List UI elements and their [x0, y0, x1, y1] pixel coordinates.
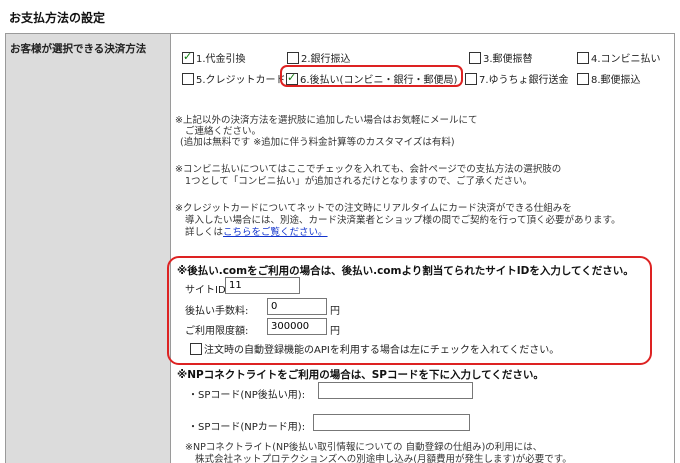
- checkbox-postal-transfer-box[interactable]: [469, 51, 481, 64]
- note-credit-line3: 詳しくはこちらをご覧ください。: [185, 227, 328, 239]
- api-checkbox-box[interactable]: [190, 342, 202, 355]
- note-convenience-line2: 1つとして「コンビニ払い」が追加されるだけとなりますので、ご了承ください。: [185, 176, 533, 187]
- details-link[interactable]: こちらをご覧ください。: [223, 227, 328, 238]
- note-convenience-line1: ※コンビニ払いについてはここでチェックを入れても、会計ページでの支払方法の選択肢…: [175, 164, 562, 175]
- checkbox-credit-card-label: 5.クレジットカード: [196, 75, 286, 86]
- note-credit-line2: 導入したい場合には、別途、カード決済業者とショップ様の間でご契約を行って頂く必要…: [185, 215, 621, 226]
- payment-methods-label: お客様が選択できる決済方法: [10, 43, 147, 55]
- page-title: お支払方法の設定: [9, 11, 106, 25]
- checkbox-postal-transfer-label: 3.郵便振替: [483, 54, 533, 65]
- sp-atobarai-input[interactable]: [318, 382, 473, 399]
- site-id-input[interactable]: [225, 277, 300, 294]
- highlight-deferred-payment: [280, 65, 463, 87]
- checkbox-convenience-label: 4.コンビニ払い: [591, 54, 661, 65]
- sp-card-label: ・SPコード(NPカード用):: [188, 422, 306, 433]
- checkbox-cod-box[interactable]: [182, 50, 194, 64]
- sp-card-input[interactable]: [313, 414, 470, 431]
- note-add-methods-line2: ご連絡ください。: [185, 126, 262, 137]
- checkbox-credit-card[interactable]: 5.クレジットカード: [182, 71, 286, 86]
- limit-label: ご利用限度額:: [185, 326, 249, 337]
- note-credit-line1: ※クレジットカードについてネットでの注文時にリアルタイムにカード決済ができる仕組…: [175, 203, 572, 214]
- limit-unit: 円: [330, 326, 340, 337]
- checkbox-cod[interactable]: 1.代金引換: [182, 50, 246, 65]
- np-footer-line2: 株式会社ネットプロテクションズへの別途申し込み(月額費用が発生します)が必要です…: [195, 454, 572, 463]
- checkbox-postal-transfer[interactable]: 3.郵便振替: [469, 50, 533, 65]
- checkbox-postal-payment-box[interactable]: [577, 72, 589, 85]
- api-checkbox[interactable]: 注文時の自動登録機能のAPIを利用する場合は左にチェックを入れてください。: [190, 341, 559, 356]
- checkbox-credit-card-box[interactable]: [182, 72, 194, 85]
- checkbox-bank-transfer-label: 2.銀行振込: [301, 54, 351, 65]
- api-checkbox-label: 注文時の自動登録機能のAPIを利用する場合は左にチェックを入れてください。: [204, 345, 560, 356]
- fee-input[interactable]: [267, 298, 327, 315]
- fee-unit: 円: [330, 306, 340, 317]
- site-id-label: サイトID:: [185, 285, 230, 296]
- checkbox-convenience[interactable]: 4.コンビニ払い: [577, 50, 661, 65]
- checkbox-bank-transfer-box[interactable]: [287, 51, 299, 64]
- sp-atobarai-label: ・SPコード(NP後払い用):: [188, 390, 306, 401]
- limit-input[interactable]: [267, 318, 327, 335]
- note-add-methods-line3: (追加は無料です ※追加に伴う料金計算等のカスタマイズは有料): [180, 137, 455, 148]
- note-credit-prefix: 詳しくは: [185, 227, 224, 238]
- checkbox-yucho[interactable]: 7.ゆうちょ銀行送金: [465, 71, 569, 86]
- checkbox-postal-payment-label: 8.郵便振込: [591, 75, 641, 86]
- np-footer-line1: ※NPコネクトライト(NP後払い取引情報についての 自動登録の仕組み)の利用には…: [185, 442, 543, 453]
- checkbox-bank-transfer[interactable]: 2.銀行振込: [287, 50, 351, 65]
- fee-label: 後払い手数料:: [185, 306, 249, 317]
- np-heading: ※NPコネクトライトをご利用の場合は、SPコードを下に入力してください。: [177, 369, 544, 381]
- checkbox-cod-label: 1.代金引換: [196, 54, 246, 65]
- checkbox-yucho-box[interactable]: [465, 72, 477, 85]
- checkbox-convenience-box[interactable]: [577, 51, 589, 64]
- atobarai-heading: ※後払い.comをご利用の場合は、後払い.comより割当てられたサイトIDを入力…: [177, 265, 634, 277]
- note-add-methods-line1: ※上記以外の決済方法を選択肢に追加したい場合はお気軽にメールにて: [175, 115, 478, 126]
- checkbox-postal-payment[interactable]: 8.郵便振込: [577, 71, 641, 86]
- label-column: お客様が選択できる決済方法: [6, 34, 171, 463]
- checkbox-yucho-label: 7.ゆうちょ銀行送金: [479, 75, 569, 86]
